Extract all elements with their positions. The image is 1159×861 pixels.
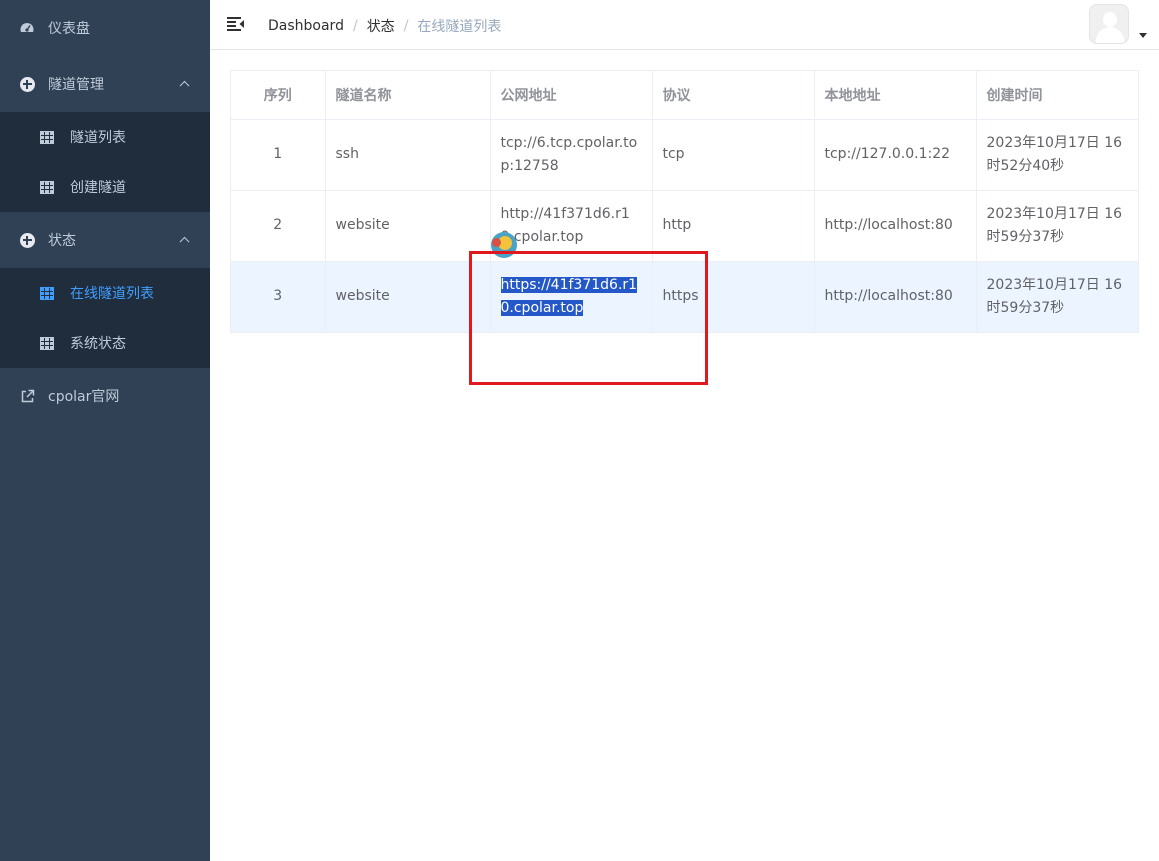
annotation-highlight-box — [469, 251, 708, 385]
cell-index: 1 — [231, 119, 326, 191]
table-row[interactable]: 1 ssh tcp://6.tcp.cpolar.top:12758 tcp t… — [231, 119, 1138, 191]
chevron-up-icon — [179, 80, 190, 91]
table-icon — [39, 285, 55, 301]
caret-down-icon[interactable] — [1139, 33, 1147, 38]
sidebar-item-label: 隧道列表 — [70, 130, 126, 146]
dashboard-icon — [19, 20, 35, 36]
chevron-up-icon — [179, 236, 190, 247]
cell-index: 3 — [231, 261, 326, 332]
cell-protocol: tcp — [652, 119, 815, 191]
column-header-local-address[interactable]: 本地地址 — [814, 71, 977, 120]
sidebar-submenu-tunnel-management[interactable]: 隧道管理 — [0, 56, 210, 112]
hamburger-menu-icon[interactable] — [227, 16, 245, 32]
sidebar-item-label: 创建隧道 — [70, 180, 126, 196]
cell-local-address: tcp://127.0.0.1:22 — [814, 119, 977, 191]
sidebar-item-label: 状态 — [48, 233, 76, 249]
sidebar-item-label: 仪表盘 — [48, 21, 90, 37]
cell-name: website — [325, 261, 491, 332]
sidebar-item-dashboard[interactable]: 仪表盘 — [0, 0, 210, 56]
sidebar-item-online-tunnels[interactable]: 在线隧道列表 — [0, 268, 210, 318]
external-link-icon — [19, 388, 35, 404]
sidebar-item-label: 隧道管理 — [48, 77, 104, 93]
sidebar-item-tunnel-list[interactable]: 隧道列表 — [0, 112, 210, 162]
sidebar-item-system-status[interactable]: 系统状态 — [0, 318, 210, 368]
cell-created-time: 2023年10月17日 16时59分37秒 — [976, 190, 1138, 262]
sidebar-item-label: 系统状态 — [70, 336, 126, 352]
navbar: Dashboard / 状态 / 在线隧道列表 — [210, 0, 1159, 50]
breadcrumb-status[interactable]: 状态 — [367, 16, 395, 36]
sidebar-submenu-status[interactable]: 状态 — [0, 212, 210, 268]
sidebar-item-label: 在线隧道列表 — [70, 286, 154, 302]
column-header-public-url[interactable]: 公网地址 — [490, 71, 653, 120]
breadcrumb-separator: / — [352, 18, 358, 34]
column-header-index[interactable]: 序列 — [231, 71, 326, 120]
sidebar-item-create-tunnel[interactable]: 创建隧道 — [0, 162, 210, 212]
sidebar-item-label: cpolar官网 — [48, 389, 120, 405]
avatar[interactable] — [1089, 4, 1129, 44]
cell-created-time: 2023年10月17日 16时52分40秒 — [976, 119, 1138, 191]
table-icon — [39, 179, 55, 195]
cell-local-address: http://localhost:80 — [814, 261, 977, 332]
cell-public-url[interactable]: tcp://6.tcp.cpolar.top:12758 — [490, 119, 653, 191]
column-header-protocol[interactable]: 协议 — [652, 71, 815, 120]
breadcrumb: Dashboard / 状态 / 在线隧道列表 — [268, 16, 501, 36]
breadcrumb-dashboard[interactable]: Dashboard — [268, 18, 344, 34]
table-icon — [39, 129, 55, 145]
breadcrumb-separator: / — [403, 18, 409, 34]
plus-circle-icon — [19, 76, 35, 92]
table-header-row: 序列 隧道名称 公网地址 协议 本地地址 创建时间 — [231, 71, 1138, 120]
sidebar: 仪表盘 隧道管理 隧道列表 创建隧道 状态 在线隧道列表 系统状态 cpolar… — [0, 0, 210, 861]
column-header-name[interactable]: 隧道名称 — [325, 71, 491, 120]
table-icon — [39, 335, 55, 351]
cell-name: website — [325, 190, 491, 262]
breadcrumb-current: 在线隧道列表 — [417, 19, 502, 35]
cell-created-time: 2023年10月17日 16时59分37秒 — [976, 261, 1138, 332]
cell-name: ssh — [325, 119, 491, 191]
sidebar-item-cpolar-website[interactable]: cpolar官网 — [0, 368, 210, 424]
column-header-created-time[interactable]: 创建时间 — [976, 71, 1138, 120]
cell-local-address: http://localhost:80 — [814, 190, 977, 262]
plus-circle-icon — [19, 232, 35, 248]
cell-index: 2 — [231, 190, 326, 262]
